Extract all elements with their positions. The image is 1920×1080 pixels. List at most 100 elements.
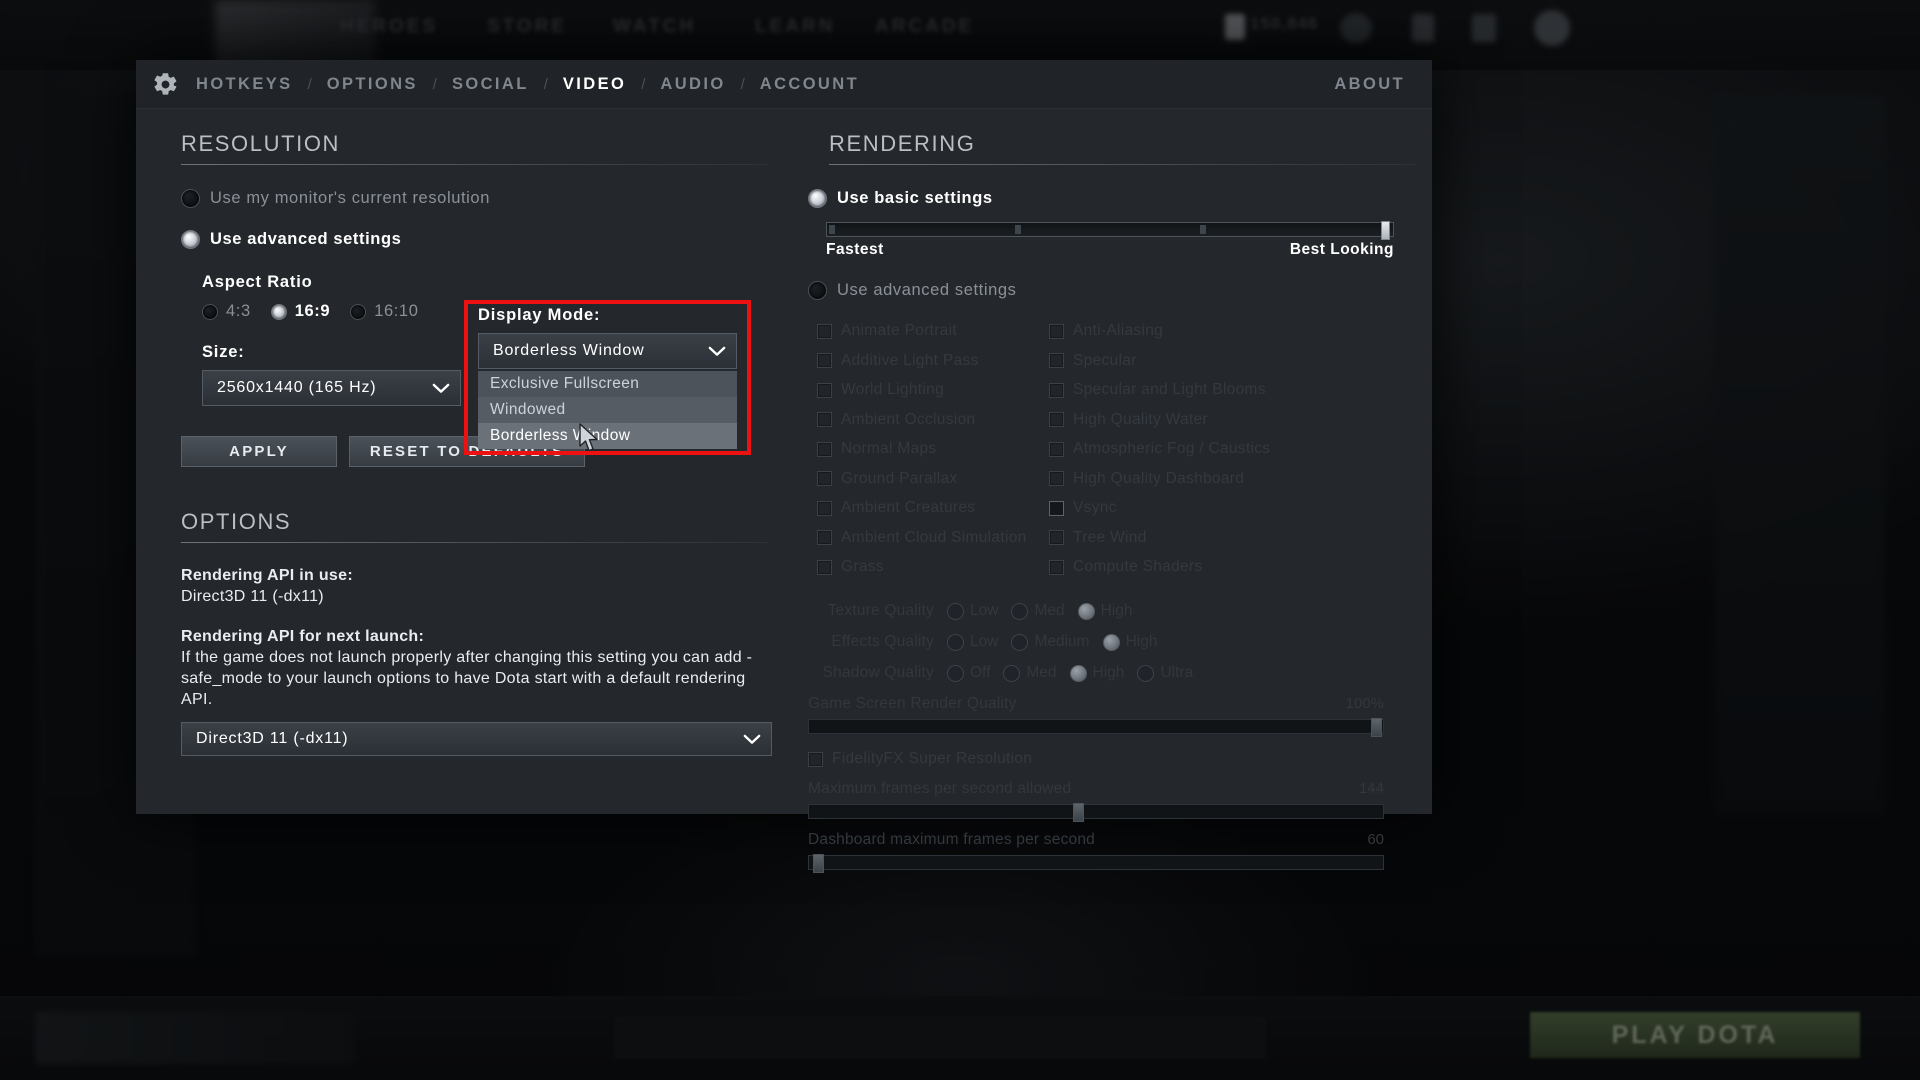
chevron-down-icon	[708, 346, 726, 356]
slider-notch	[1015, 225, 1021, 234]
tab-account[interactable]: ACCOUNT	[758, 75, 861, 94]
checkbox-specular[interactable]: Specular	[1049, 352, 1329, 370]
chevron-down-icon	[743, 734, 761, 744]
radio-use-basic-settings[interactable]: Use basic settings	[808, 189, 1432, 208]
size-dropdown[interactable]: 2560x1440 (165 Hz)	[202, 370, 461, 406]
texture-quality-row: Texture Quality Low Med High	[808, 602, 1432, 620]
checkbox-normal-maps[interactable]: Normal Maps	[817, 440, 1049, 458]
slider-label: Dashboard maximum frames per second	[808, 831, 1095, 848]
texture-quality-med[interactable]: Med	[1011, 602, 1065, 620]
tab-video[interactable]: VIDEO	[561, 75, 628, 94]
effects-quality-medium[interactable]: Medium	[1011, 633, 1090, 651]
checkbox-grass[interactable]: Grass	[817, 558, 1049, 576]
tab-about[interactable]: ABOUT	[1334, 75, 1405, 94]
radio-indicator	[181, 189, 200, 208]
shadow-quality-off[interactable]: Off	[947, 664, 990, 682]
aspect-ratio-option-4-3[interactable]: 4:3	[202, 302, 251, 321]
checkbox-animate-portrait[interactable]: Animate Portrait	[817, 322, 1049, 340]
radio-indicator	[808, 189, 827, 208]
tab-audio[interactable]: AUDIO	[658, 75, 727, 94]
radio-label: Use my monitor's current resolution	[210, 189, 490, 207]
tab-options[interactable]: OPTIONS	[325, 75, 420, 94]
slider-knob[interactable]	[1371, 718, 1382, 737]
checkbox-anti-aliasing[interactable]: Anti-Aliasing	[1049, 322, 1329, 340]
checkbox-label: Compute Shaders	[1073, 558, 1203, 575]
rendering-api-dropdown[interactable]: Direct3D 11 (-dx11)	[181, 722, 772, 756]
chevron-down-icon	[432, 383, 450, 393]
radio-use-advanced-rendering-settings[interactable]: Use advanced settings	[808, 281, 1432, 300]
option-label: 16:10	[374, 302, 419, 320]
checkbox-ambient-occlusion[interactable]: Ambient Occlusion	[817, 411, 1049, 429]
mouse-cursor	[578, 423, 600, 458]
quality-slider-labels: Fastest Best Looking	[826, 241, 1394, 259]
effects-quality-low[interactable]: Low	[947, 633, 998, 651]
checkbox-world-lighting[interactable]: World Lighting	[817, 381, 1049, 399]
checkbox-specular-and-light-blooms[interactable]: Specular and Light Blooms	[1049, 381, 1329, 399]
row-label: Shadow Quality	[822, 664, 934, 681]
aspect-ratio-option-16-10[interactable]: 16:10	[350, 302, 418, 321]
resolution-divider	[181, 164, 769, 165]
slider-knob[interactable]	[1073, 803, 1084, 822]
display-mode-dropdown[interactable]: Borderless Window	[478, 333, 737, 369]
option-label: Med	[1026, 664, 1057, 681]
checkbox-label: Ambient Occlusion	[841, 410, 976, 428]
checkbox-box	[817, 353, 832, 368]
radio-use-monitor-resolution[interactable]: Use my monitor's current resolution	[181, 189, 784, 208]
tab-separator: /	[432, 75, 437, 93]
checkbox-high-quality-water[interactable]: High Quality Water	[1049, 411, 1329, 429]
effects-quality-high[interactable]: High	[1102, 633, 1158, 651]
max-fps-track[interactable]	[808, 803, 1384, 822]
checkbox-box	[817, 441, 832, 457]
rendering-api-value: Direct3D 11 (-dx11)	[196, 730, 349, 747]
shadow-quality-ultra[interactable]: Ultra	[1137, 664, 1193, 682]
radio-indicator	[1011, 602, 1029, 620]
settings-dialog: HOTKEYS / OPTIONS / SOCIAL / VIDEO / AUD…	[136, 60, 1432, 873]
slider-knob[interactable]	[813, 854, 824, 873]
display-mode-option-windowed[interactable]: Windowed	[478, 397, 737, 423]
radio-indicator	[350, 303, 367, 320]
checkbox-box	[817, 530, 832, 545]
api-next-launch-note: If the game does not launch properly aft…	[181, 649, 753, 708]
checkbox-compute-shaders[interactable]: Compute Shaders	[1049, 558, 1329, 576]
apply-button[interactable]: APPLY	[181, 436, 337, 467]
tab-separator: /	[307, 75, 312, 93]
radio-indicator	[947, 602, 964, 620]
shadow-quality-high[interactable]: High	[1069, 664, 1124, 682]
radio-use-advanced-settings[interactable]: Use advanced settings	[181, 230, 784, 249]
quality-slider[interactable]: Fastest Best Looking	[826, 221, 1394, 259]
checkbox-ambient-creatures[interactable]: Ambient Creatures	[817, 499, 1049, 517]
radio-indicator	[1102, 633, 1120, 651]
checkbox-atmospheric-fog-caustics[interactable]: Atmospheric Fog / Caustics	[1049, 440, 1329, 458]
game-screen-render-quality-track[interactable]	[808, 718, 1384, 737]
aspect-ratio-option-16-9[interactable]: 16:9	[270, 302, 330, 321]
checkbox-label: Anti-Aliasing	[1073, 322, 1164, 339]
checkbox-fidelityfx-super-resolution[interactable]: FidelityFX Super Resolution	[808, 750, 1432, 768]
display-mode-option-borderless-window[interactable]: Borderless Window	[478, 423, 737, 449]
checkbox-ground-parallax[interactable]: Ground Parallax	[817, 470, 1049, 488]
tab-hotkeys[interactable]: HOTKEYS	[194, 75, 295, 94]
checkbox-vsync[interactable]: Vsync	[1049, 499, 1329, 517]
row-label: Effects Quality	[831, 633, 934, 650]
option-label: High	[1125, 633, 1158, 650]
texture-quality-low[interactable]: Low	[947, 602, 998, 620]
quality-slider-track[interactable]	[826, 221, 1394, 240]
aspect-ratio-label: Aspect Ratio	[202, 273, 313, 291]
texture-quality-high[interactable]: High	[1077, 602, 1132, 620]
shadow-quality-med[interactable]: Med	[1003, 664, 1057, 682]
checkbox-label: Additive Light Pass	[841, 351, 979, 369]
quality-slider-knob[interactable]	[1381, 221, 1390, 240]
radio-indicator	[947, 664, 964, 682]
checkbox-tree-wind[interactable]: Tree Wind	[1049, 529, 1329, 547]
checkbox-ambient-cloud-simulation[interactable]: Ambient Cloud Simulation	[817, 529, 1049, 547]
checkbox-additive-light-pass[interactable]: Additive Light Pass	[817, 352, 1049, 370]
option-label: Med	[1034, 602, 1065, 619]
radio-indicator	[1137, 664, 1155, 682]
checkbox-box	[1049, 441, 1064, 457]
radio-indicator	[181, 230, 200, 249]
rendering-heading: RENDERING	[829, 131, 976, 156]
display-mode-option-exclusive-fullscreen[interactable]: Exclusive Fullscreen	[478, 371, 737, 397]
dashboard-fps-track[interactable]	[808, 854, 1384, 873]
checkbox-box	[1049, 471, 1064, 486]
tab-social[interactable]: SOCIAL	[450, 75, 531, 94]
checkbox-high-quality-dashboard[interactable]: High Quality Dashboard	[1049, 470, 1329, 488]
